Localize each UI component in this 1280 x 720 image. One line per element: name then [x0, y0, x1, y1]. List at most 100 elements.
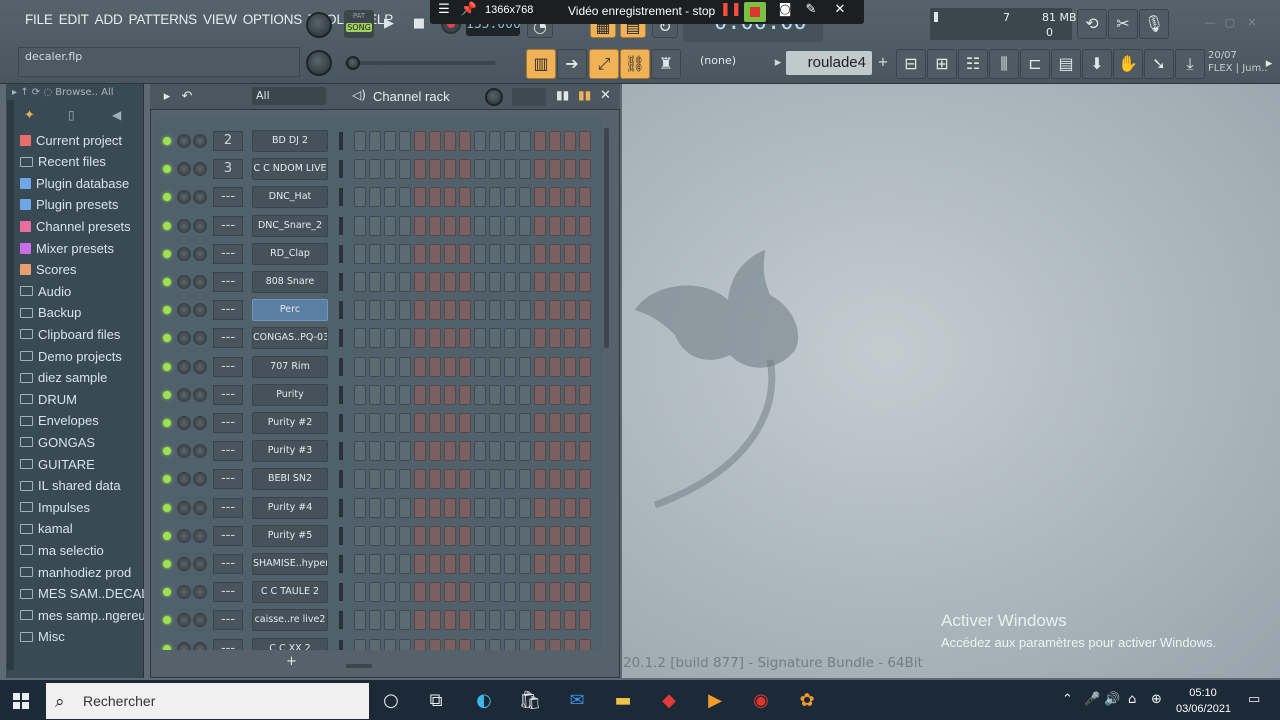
step-button[interactable] — [519, 272, 531, 292]
step-button[interactable] — [579, 582, 591, 603]
step-button[interactable] — [534, 582, 546, 603]
channel-mute-led[interactable] — [163, 137, 171, 145]
step-button[interactable] — [414, 131, 426, 151]
step-button[interactable] — [549, 328, 561, 349]
browser-item[interactable]: Audio — [20, 281, 144, 301]
channel-mixer-track[interactable]: --- — [213, 384, 243, 405]
step-button[interactable] — [504, 159, 516, 180]
step-button[interactable] — [534, 610, 546, 631]
step-button[interactable] — [489, 215, 501, 236]
step-button[interactable] — [504, 243, 516, 264]
step-button[interactable] — [519, 554, 531, 574]
channel-volume-knob[interactable] — [193, 472, 207, 487]
cortana-icon[interactable]: ○ — [378, 688, 404, 714]
channel-volume-knob[interactable] — [193, 500, 207, 515]
step-sequencer-icon[interactable]: ▮▮ — [578, 88, 591, 102]
camera-icon[interactable]: ◙ — [775, 2, 795, 17]
channel-mute-led[interactable] — [163, 644, 171, 650]
task-view-icon[interactable]: ⧉ — [423, 688, 449, 714]
step-button[interactable] — [489, 328, 501, 349]
channel-select-bar[interactable] — [339, 414, 343, 432]
step-button[interactable] — [579, 525, 591, 546]
step-button[interactable] — [534, 497, 546, 518]
channel-name-button[interactable]: C C XX 2 — [252, 637, 328, 650]
step-button[interactable] — [369, 272, 381, 292]
channel-volume-knob[interactable] — [193, 416, 207, 430]
step-button[interactable] — [579, 243, 591, 264]
channel-pan-knob[interactable] — [177, 387, 191, 402]
step-button[interactable] — [369, 159, 381, 180]
channel-pan-knob[interactable] — [177, 472, 191, 487]
step-button[interactable] — [474, 441, 486, 462]
channel-name-button[interactable]: Purity #4 — [252, 496, 328, 519]
step-button[interactable] — [549, 272, 561, 292]
step-button[interactable] — [504, 469, 516, 490]
browser-item[interactable]: IL shared data — [20, 476, 144, 496]
channel-select-bar[interactable] — [339, 160, 343, 179]
master-pitch-slider[interactable] — [345, 61, 495, 65]
step-button[interactable] — [399, 131, 411, 151]
step-button[interactable] — [384, 187, 396, 208]
swing-knob[interactable] — [485, 88, 503, 106]
step-button[interactable] — [384, 272, 396, 292]
step-button[interactable] — [399, 610, 411, 631]
edge-icon[interactable]: ◐ — [471, 688, 497, 714]
stop-recording-button[interactable] — [744, 2, 766, 22]
step-button[interactable] — [399, 638, 411, 650]
step-button[interactable] — [579, 328, 591, 349]
channel-select-bar[interactable] — [339, 526, 343, 545]
channel-mute-led[interactable] — [163, 475, 171, 484]
step-button[interactable] — [429, 638, 441, 650]
step-button[interactable] — [444, 497, 456, 518]
step-button[interactable] — [384, 638, 396, 650]
step-button[interactable] — [369, 441, 381, 462]
speaker-icon[interactable]: ◀ — [112, 108, 121, 122]
step-button[interactable] — [369, 582, 381, 603]
piano-roll-icon[interactable]: ⊞ — [927, 49, 957, 79]
channel-mute-led[interactable] — [163, 447, 171, 456]
step-button[interactable] — [444, 582, 456, 603]
menu-icon[interactable]: ☰ — [434, 2, 454, 17]
step-button[interactable] — [399, 413, 411, 433]
channel-mute-led[interactable] — [163, 362, 171, 371]
channel-select-bar[interactable] — [339, 244, 343, 263]
browser-item[interactable]: manhodiez prod — [20, 562, 144, 582]
store-icon[interactable]: 🛍 — [517, 688, 543, 714]
notifications-icon[interactable]: ▭ — [1248, 692, 1260, 707]
channel-mixer-track[interactable]: 2 — [213, 131, 243, 151]
step-button[interactable] — [429, 131, 441, 151]
channel-select-bar[interactable] — [339, 583, 343, 602]
step-button[interactable] — [534, 638, 546, 650]
channel-select-bar[interactable] — [339, 639, 343, 650]
step-button[interactable] — [564, 469, 576, 490]
channel-mute-led[interactable] — [163, 616, 171, 625]
step-button[interactable] — [459, 610, 471, 631]
browser-scrollbar[interactable] — [7, 100, 14, 670]
step-button[interactable] — [474, 328, 486, 349]
step-button[interactable] — [384, 413, 396, 433]
step-button[interactable] — [459, 243, 471, 264]
step-button[interactable] — [369, 328, 381, 349]
channel-volume-knob[interactable] — [193, 246, 207, 261]
step-button[interactable] — [399, 582, 411, 603]
channel-volume-knob[interactable] — [193, 613, 207, 628]
channel-volume-knob[interactable] — [193, 162, 207, 177]
channel-filter-select[interactable]: All — [252, 87, 326, 105]
channel-name-button[interactable]: Purity #5 — [252, 524, 328, 547]
browser-item[interactable]: Plugin database — [20, 173, 144, 193]
add-channel-button[interactable]: + — [286, 654, 297, 669]
step-button[interactable] — [459, 638, 471, 650]
maximize-icon[interactable]: ▢ — [1222, 16, 1238, 30]
step-button[interactable] — [444, 131, 456, 151]
step-button[interactable] — [474, 497, 486, 518]
step-button[interactable] — [534, 187, 546, 208]
step-button[interactable] — [549, 356, 561, 377]
step-button[interactable] — [504, 413, 516, 433]
step-button[interactable] — [354, 413, 366, 433]
minimize-icon[interactable]: — — [1202, 16, 1218, 30]
step-button[interactable] — [369, 384, 381, 405]
step-button[interactable] — [504, 384, 516, 405]
channel-mute-led[interactable] — [163, 334, 171, 343]
step-button[interactable] — [519, 610, 531, 631]
channel-pan-knob[interactable] — [177, 641, 191, 650]
